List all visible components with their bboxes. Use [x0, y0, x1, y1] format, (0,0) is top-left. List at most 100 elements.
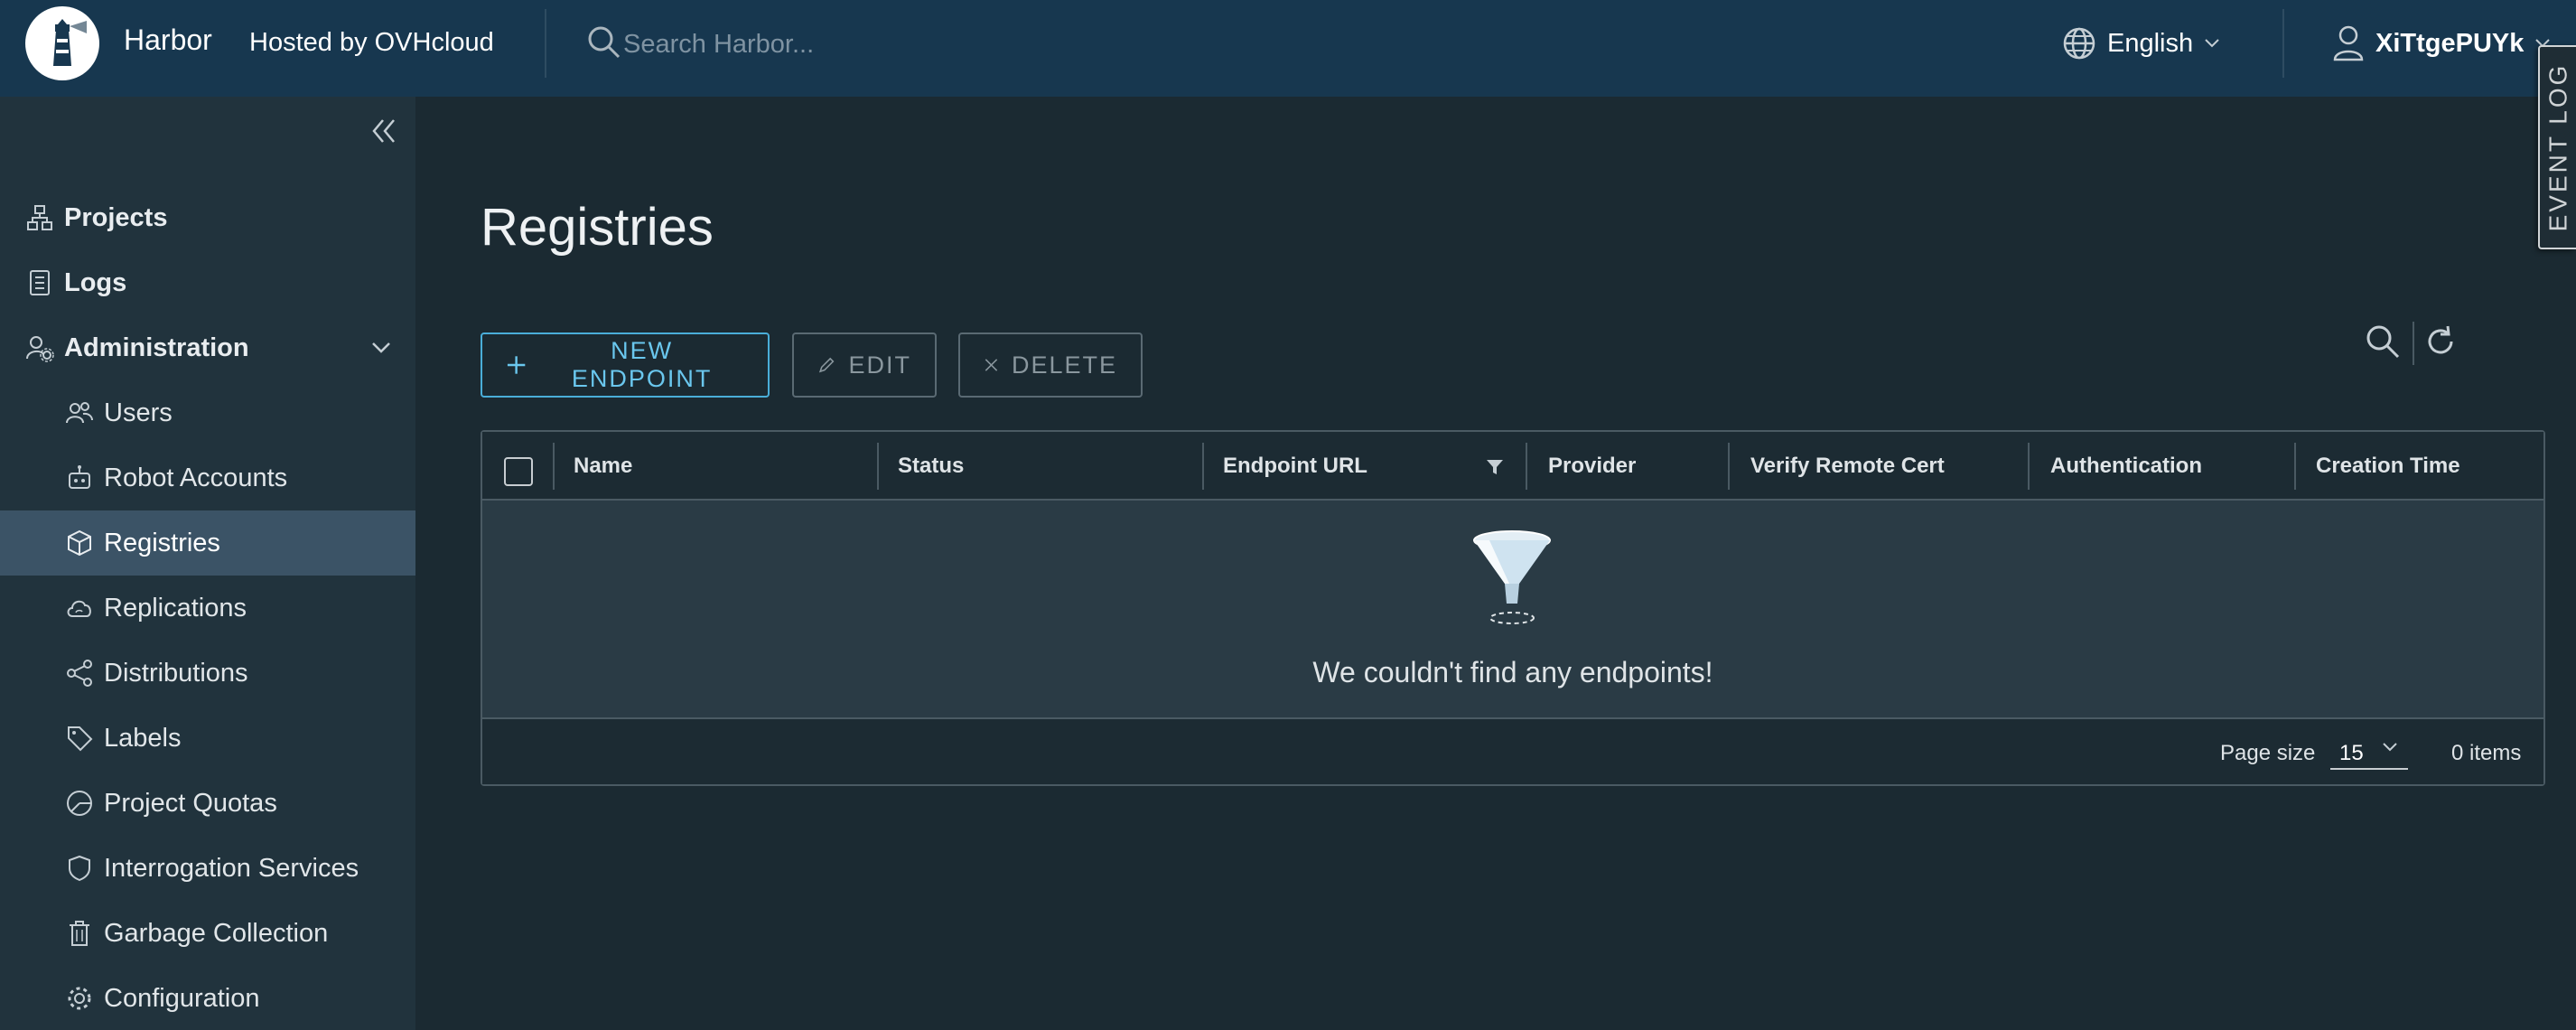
- column-header-endpoint-url[interactable]: Endpoint URL: [1223, 454, 1367, 479]
- datagrid-footer: Page size 15 0 items: [482, 717, 2543, 784]
- column-separator: [1728, 443, 1730, 490]
- header-divider: [2282, 9, 2284, 78]
- sidebar-item-administration[interactable]: Administration: [0, 315, 415, 380]
- brand-name[interactable]: Harbor: [124, 23, 212, 57]
- sidebar-item-label: Replications: [104, 594, 247, 623]
- column-separator: [877, 443, 879, 490]
- sidebar-item-label: Labels: [104, 724, 182, 753]
- column-header-provider[interactable]: Provider: [1548, 454, 1636, 479]
- language-selector[interactable]: English: [2062, 23, 2220, 63]
- sidebar-item-label: Interrogation Services: [104, 854, 359, 883]
- datagrid-body: We couldn't find any endpoints!: [482, 501, 2543, 717]
- robot-icon: [69, 465, 90, 489]
- grid-search-icon[interactable]: [2365, 323, 2401, 364]
- column-header-authentication[interactable]: Authentication: [2050, 454, 2202, 479]
- delete-label: DELETE: [1011, 351, 1117, 379]
- user-icon: [2333, 25, 2364, 61]
- cloud-sync-icon: [67, 600, 91, 617]
- items-count: 0 items: [2451, 741, 2522, 765]
- search-input[interactable]: [623, 25, 1129, 63]
- endpoints-datagrid: Name Status Endpoint URL Provider Verify…: [481, 430, 2545, 786]
- sidebar-item-registries[interactable]: Registries: [0, 510, 415, 576]
- sidebar-item-logs[interactable]: Logs: [0, 250, 415, 315]
- registry-box-icon: [68, 529, 91, 557]
- sidebar-item-label: Registries: [104, 529, 220, 557]
- sidebar-item-users[interactable]: Users: [0, 380, 415, 445]
- column-separator: [553, 443, 555, 490]
- column-header-verify-remote-cert[interactable]: Verify Remote Cert: [1750, 454, 1945, 479]
- sidebar: Projects Logs Administration Users Robot…: [0, 97, 415, 1030]
- top-header: Harbor Hosted by OVHcloud English XiTtge…: [0, 0, 2576, 97]
- gear-icon: [68, 987, 91, 1010]
- sidebar-item-robot-accounts[interactable]: Robot Accounts: [0, 445, 415, 510]
- column-separator: [1526, 443, 1527, 490]
- logs-icon: [30, 270, 50, 295]
- tag-icon: [68, 726, 93, 752]
- sidebar-item-label: Logs: [64, 268, 127, 297]
- sidebar-item-interrogation-services[interactable]: Interrogation Services: [0, 836, 415, 901]
- plus-icon: [507, 356, 526, 374]
- empty-message: We couldn't find any endpoints!: [1312, 656, 1713, 688]
- sidebar-item-label: Garbage Collection: [104, 919, 329, 948]
- sidebar-item-label: Robot Accounts: [104, 464, 288, 492]
- header-divider: [545, 9, 546, 78]
- sidebar-item-label: Distributions: [104, 659, 248, 688]
- event-log-label: EVENT LOG: [2543, 62, 2572, 232]
- sidebar-item-garbage-collection[interactable]: Garbage Collection: [0, 901, 415, 966]
- column-separator: [2028, 443, 2030, 490]
- chevron-down-icon: [2383, 743, 2397, 752]
- event-log-tab[interactable]: EVENT LOG: [2538, 45, 2576, 249]
- pencil-icon: [818, 357, 835, 373]
- double-chevron-left-icon: [372, 119, 395, 143]
- column-separator: [2294, 443, 2296, 490]
- globe-icon: [2063, 27, 2095, 60]
- sidebar-item-project-quotas[interactable]: Project Quotas: [0, 771, 415, 836]
- new-endpoint-button[interactable]: NEW ENDPOINT: [481, 332, 770, 398]
- edit-button[interactable]: EDIT: [792, 332, 937, 398]
- column-separator: [1202, 443, 1204, 490]
- page-size-select[interactable]: 15: [2330, 734, 2408, 770]
- users-icon: [66, 402, 93, 424]
- projects-icon: [27, 205, 52, 230]
- filter-icon[interactable]: [1485, 457, 1505, 482]
- sidebar-item-label: Configuration: [104, 984, 260, 1013]
- username-label: XiTtgePUYk: [2375, 28, 2525, 58]
- harbor-logo[interactable]: [25, 6, 99, 80]
- delete-button[interactable]: DELETE: [958, 332, 1143, 398]
- sidebar-item-label: Administration: [64, 333, 249, 362]
- administration-icon: [26, 336, 54, 362]
- sidebar-item-projects[interactable]: Projects: [0, 185, 415, 250]
- column-header-status[interactable]: Status: [898, 454, 964, 479]
- datagrid-header: Name Status Endpoint URL Provider Verify…: [482, 432, 2543, 501]
- page-title: Registries: [481, 198, 714, 257]
- collapse-sidebar-button[interactable]: [367, 115, 399, 152]
- lighthouse-icon: [33, 14, 92, 73]
- sidebar-item-label: Project Quotas: [104, 789, 277, 818]
- sidebar-item-distributions[interactable]: Distributions: [0, 641, 415, 706]
- empty-funnel-icon: [1473, 530, 1551, 624]
- chevron-down-icon: [2205, 39, 2219, 48]
- refresh-icon[interactable]: [2422, 323, 2459, 364]
- search-icon[interactable]: [587, 25, 621, 64]
- language-label: English: [2107, 28, 2194, 58]
- shield-icon: [69, 855, 90, 882]
- sidebar-item-label: Users: [104, 398, 173, 427]
- sidebar-item-label: Projects: [64, 203, 168, 232]
- column-header-creation-time[interactable]: Creation Time: [2316, 454, 2460, 479]
- sidebar-item-configuration[interactable]: Configuration: [0, 966, 415, 1030]
- share-icon: [67, 660, 92, 687]
- sidebar-item-labels[interactable]: Labels: [0, 706, 415, 771]
- column-header-name[interactable]: Name: [574, 454, 632, 479]
- select-all-checkbox[interactable]: [504, 457, 533, 486]
- page-size-value: 15: [2339, 741, 2364, 765]
- chevron-down-icon: [372, 342, 390, 353]
- user-menu[interactable]: XiTtgePUYk: [2332, 23, 2551, 63]
- page-size-label: Page size: [2220, 741, 2316, 765]
- toolbar-divider: [2413, 322, 2414, 365]
- pie-icon: [67, 791, 92, 816]
- close-icon: [985, 359, 998, 371]
- sidebar-item-replications[interactable]: Replications: [0, 576, 415, 641]
- new-endpoint-label: NEW ENDPOINT: [571, 337, 713, 392]
- hosted-by-label: Hosted by OVHcloud: [249, 28, 494, 57]
- edit-label: EDIT: [848, 351, 911, 379]
